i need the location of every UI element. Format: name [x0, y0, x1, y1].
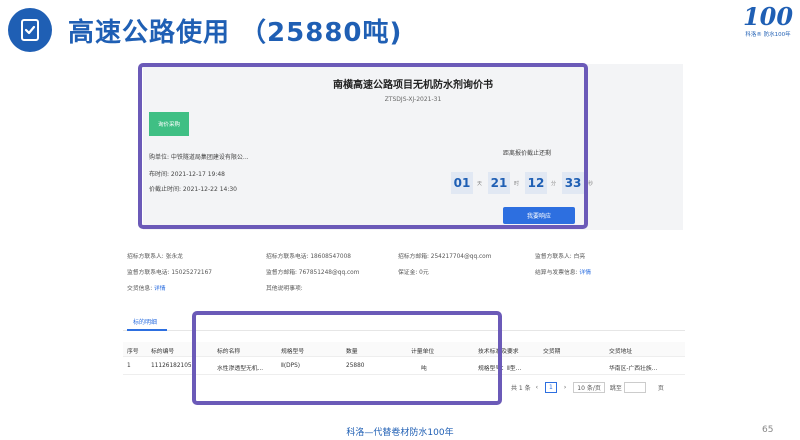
logo-number: 100: [742, 2, 794, 31]
bidder-email: 招标方邮箱: 254217704@qq.com: [398, 254, 492, 260]
table-cell: 111261821056: [151, 363, 196, 369]
page-1-button[interactable]: 1: [545, 382, 557, 393]
delivery-detail-link[interactable]: 详情: [154, 286, 166, 292]
countdown-seconds-unit: 秒: [588, 180, 594, 187]
table-cell: 1: [127, 363, 131, 369]
page-size-select[interactable]: 10 条/页: [573, 382, 605, 393]
supervisor-phone: 监督方联系电话: 15025272167: [127, 270, 212, 276]
column-header: 交货期: [543, 349, 561, 355]
tab-item-details[interactable]: 标的明细: [133, 317, 157, 326]
pagination-total: 共 1 条: [511, 385, 531, 392]
bidder-contact: 招标方联系人: 张永龙: [127, 254, 183, 260]
settlement-detail-link[interactable]: 详情: [579, 270, 591, 276]
jump-label: 跳至: [609, 385, 622, 392]
bidder-phone: 招标方联系电话: 18608547008: [266, 254, 351, 260]
pagination: 共 1 条 ‹ 1 › 10 条/页 跳至 页: [511, 382, 664, 393]
column-header: 交货地址: [609, 349, 633, 355]
supervisor-contact: 监督方联系人: 白亮: [535, 254, 586, 260]
brand-logo: 100 科洛® 防水100年: [742, 4, 794, 44]
delivery-info: 交货信息: 详情: [127, 283, 166, 292]
tab-active-underline: [127, 329, 167, 331]
highlight-frame-table: [192, 311, 502, 405]
settlement-info: 结算与发票信息: 详情: [535, 267, 591, 276]
supervisor-email: 监督方邮箱: 767851248@qq.com: [266, 270, 360, 276]
highlight-frame-summary: [138, 63, 588, 229]
page-number: 65: [762, 425, 774, 435]
other-notes: 其他说明事项:: [266, 286, 303, 292]
slide: 高速公路使用 （25880吨) 100 科洛® 防水100年 南横高速公路项目无…: [0, 0, 800, 440]
page-title: 高速公路使用 （25880吨): [68, 18, 403, 48]
checklist-icon: [8, 8, 52, 52]
delivery-label: 交货信息:: [127, 286, 153, 292]
page-suffix: 页: [657, 385, 664, 392]
deposit-info: 保证金: 0元: [398, 270, 429, 276]
column-header: 序号: [127, 349, 139, 355]
footer-slogan: 科洛—代替卷材防水100年: [346, 428, 454, 438]
table-cell: 华南区-广西壮族...: [609, 366, 658, 372]
prev-page-button[interactable]: ‹: [532, 382, 542, 393]
column-header: 标的编号: [151, 349, 175, 355]
jump-page-input[interactable]: [623, 382, 646, 393]
next-page-button[interactable]: ›: [560, 382, 570, 393]
logo-caption: 科洛® 防水100年: [745, 32, 791, 38]
settlement-label: 结算与发票信息:: [535, 270, 578, 276]
